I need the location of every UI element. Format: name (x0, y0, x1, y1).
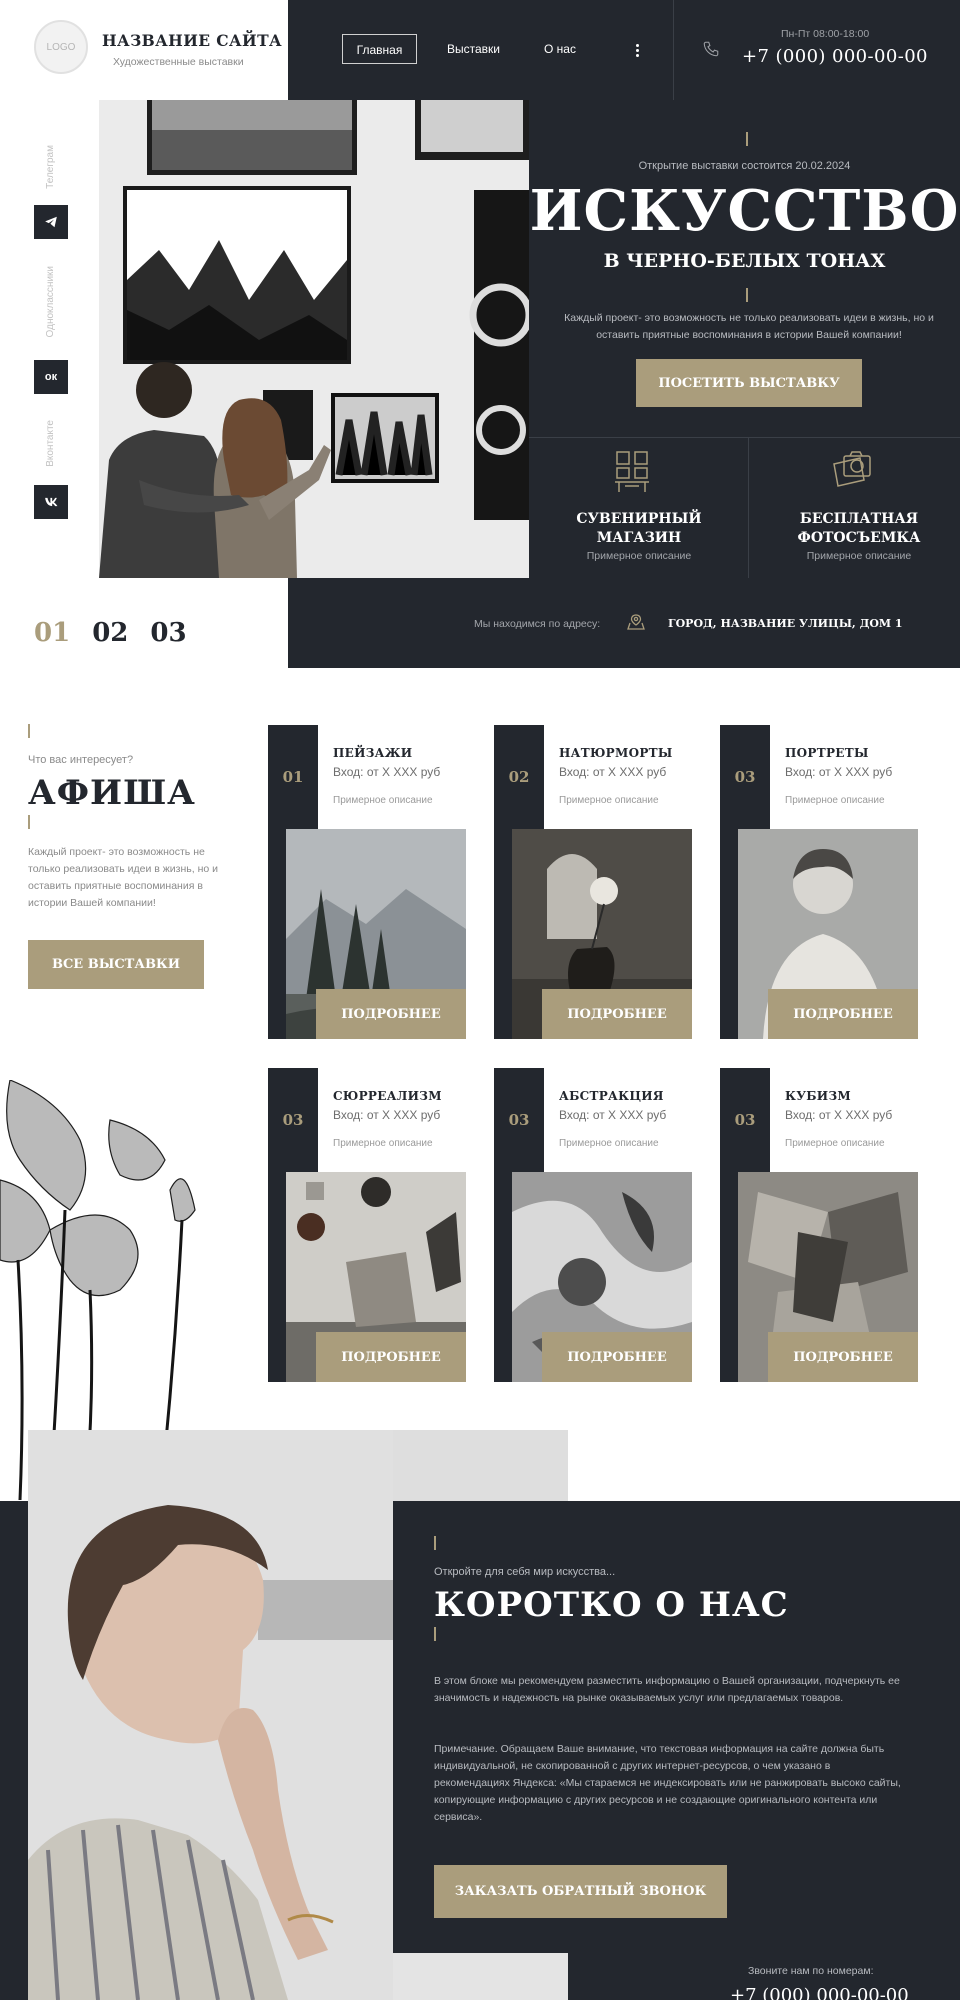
card-desc: Примерное описание (333, 1138, 433, 1149)
card-title[interactable]: НАТЮРМОРТЫ (559, 746, 673, 760)
shop-icon (615, 451, 649, 492)
visit-exhibition-button[interactable]: ПОСЕТИТЬ ВЫСТАВКУ (636, 359, 862, 407)
about-note: Примечание. Обращаем Ваше внимание, что … (434, 1743, 901, 1823)
about-title: КОРОТКО О НАС (434, 1585, 789, 1625)
slide-pagination: 01 02 03 (34, 618, 187, 648)
details-button[interactable]: ПОДРОБНЕЕ (542, 1332, 692, 1382)
ok-icon: ок (44, 371, 58, 383)
hero-description: Каждый проект- это возможность не только… (564, 312, 934, 341)
card-desc: Примерное описание (785, 795, 885, 806)
call-label: Звоните нам по номерам: (748, 1965, 874, 1977)
card-title[interactable]: СЮРРЕАЛИЗМ (333, 1089, 442, 1103)
card-number: 02 (508, 768, 530, 786)
details-button[interactable]: ПОДРОБНЕЕ (768, 989, 918, 1039)
about-photo (28, 1430, 393, 2000)
slide-03[interactable]: 03 (150, 618, 186, 648)
details-button[interactable]: ПОДРОБНЕЕ (316, 989, 466, 1039)
working-hours: Пн-Пт 08:00-18:00 (781, 28, 870, 40)
afisha-kicker: Что вас интересует? (28, 754, 134, 766)
afisha-description: Каждый проект- это возможность не только… (28, 846, 219, 909)
nav-exhibitions[interactable]: Выставки (447, 34, 500, 64)
shop-desc: Примерное описание (586, 550, 692, 562)
accent-tick (28, 724, 30, 738)
camera-icon (833, 451, 871, 487)
card-title[interactable]: КУБИЗМ (785, 1089, 851, 1103)
photo-desc: Примерное описание (806, 550, 912, 562)
card-number: 03 (508, 1111, 530, 1129)
card-price: Вход: от Х ХХХ руб (559, 1108, 667, 1122)
card-title[interactable]: ПОРТРЕТЫ (785, 746, 869, 760)
accent-tick (746, 288, 748, 302)
all-exhibitions-button[interactable]: ВСЕ ВЫСТАВКИ (28, 940, 204, 989)
hero-photo (99, 100, 529, 578)
header-phone[interactable]: +7 (000) 000-00-00 (742, 46, 928, 67)
card-number: 03 (282, 1111, 304, 1129)
details-button[interactable]: ПОДРОБНЕЕ (768, 1332, 918, 1382)
hero-subtitle: В ЧЕРНО-БЕЛЫХ ТОНАХ (603, 250, 886, 272)
card-title[interactable]: АБСТРАКЦИЯ (559, 1089, 664, 1103)
card-number: 03 (734, 1111, 756, 1129)
card-number: 03 (734, 768, 756, 786)
social-label-vk: Вконтакте (45, 420, 56, 467)
site-subtitle: Художественные выставки (113, 56, 244, 68)
about-left-strip (0, 1501, 28, 2000)
card-title[interactable]: ПЕЙЗАЖИ (333, 746, 412, 760)
hero-title: ИСКУССТВО (529, 178, 960, 244)
afisha-title: АФИША (28, 773, 196, 813)
accent-tick (746, 132, 748, 146)
shop-title[interactable]: СУВЕНИРНЫЙ МАГАЗИН (534, 510, 744, 548)
divider (529, 437, 960, 438)
about-phone[interactable]: +7 (000) 000-00-00 (730, 1985, 909, 2000)
accent-tick (28, 815, 30, 829)
about-photo-backdrop (393, 1953, 568, 2000)
card-desc: Примерное описание (785, 1138, 885, 1149)
slide-02[interactable]: 02 (92, 618, 128, 648)
card-desc: Примерное описание (333, 795, 433, 806)
photo-title[interactable]: БЕСПЛАТНАЯ ФОТОСЪЕМКА (754, 510, 960, 548)
card-price: Вход: от Х ХХХ руб (333, 1108, 441, 1122)
card-price: Вход: от Х ХХХ руб (785, 1108, 893, 1122)
telegram-icon (45, 216, 57, 228)
logo[interactable]: LOGO (34, 20, 88, 74)
details-button[interactable]: ПОДРОБНЕЕ (542, 989, 692, 1039)
nav-home[interactable]: Главная (342, 34, 417, 64)
hero-date: Открытие выставки состоится 20.02.2024 (638, 160, 851, 172)
nav-about[interactable]: О нас (544, 34, 576, 64)
map-icon (627, 614, 645, 630)
card-desc: Примерное описание (559, 1138, 659, 1149)
vk-icon (45, 497, 58, 507)
phone-icon (703, 41, 719, 57)
ok-button[interactable]: ок (34, 360, 68, 394)
social-label-ok: Одноклассники (45, 266, 56, 338)
telegram-button[interactable] (34, 205, 68, 239)
site-title[interactable]: НАЗВАНИЕ САЙТА (102, 31, 282, 50)
about-paragraph: В этом блоке мы рекомендуем разместить и… (434, 1675, 900, 1704)
divider (748, 437, 749, 578)
vk-button[interactable] (34, 485, 68, 519)
card-price: Вход: от Х ХХХ руб (333, 765, 441, 779)
card-number: 01 (282, 768, 304, 786)
social-label-telegram: Телеграм (45, 145, 56, 189)
callback-button[interactable]: ЗАКАЗАТЬ ОБРАТНЫЙ ЗВОНОК (434, 1865, 727, 1918)
accent-tick (434, 1627, 436, 1641)
card-price: Вход: от Х ХХХ руб (785, 765, 893, 779)
card-desc: Примерное описание (559, 795, 659, 806)
header-divider (673, 0, 674, 100)
details-button[interactable]: ПОДРОБНЕЕ (316, 1332, 466, 1382)
slide-01[interactable]: 01 (34, 618, 70, 648)
address-label: Мы находимся по адресу: (474, 618, 601, 630)
card-price: Вход: от Х ХХХ руб (559, 765, 667, 779)
more-menu-icon[interactable] (636, 44, 642, 59)
about-kicker: Откройте для себя мир искусства... (434, 1566, 616, 1578)
accent-tick (434, 1536, 436, 1550)
address-value: ГОРОД, НАЗВАНИЕ УЛИЦЫ, ДОМ 1 (668, 617, 903, 630)
